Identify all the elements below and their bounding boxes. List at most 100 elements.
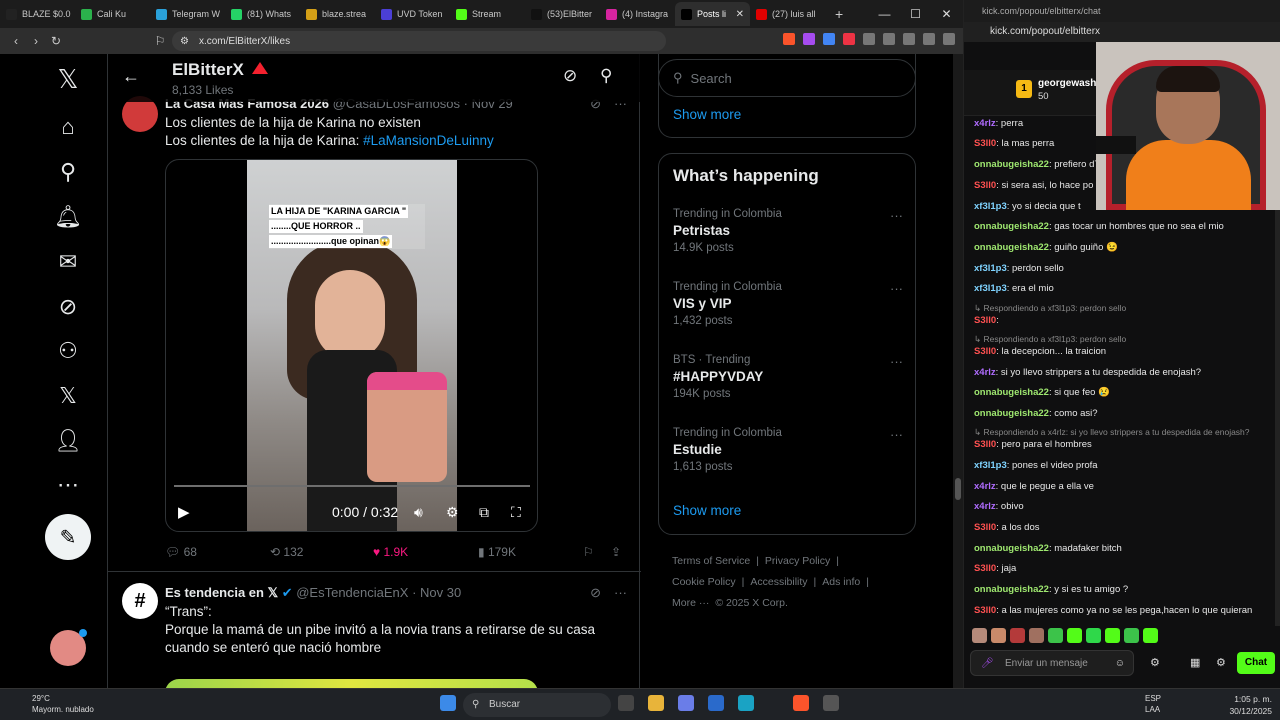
home-icon[interactable]: ⌂ [53,112,83,142]
premium-icon[interactable]: 𝕏 [53,381,83,411]
back-icon[interactable]: ‹ [6,34,26,48]
chat-username[interactable]: onnabugeisha22 [974,387,1049,398]
chat-username[interactable]: onnabugeisha22 [974,408,1049,419]
tweet-date[interactable]: · Nov 30 [412,585,461,600]
chat-username[interactable]: x4rlz [974,481,996,492]
tweet-avatar[interactable]: # [122,583,158,619]
video-player[interactable]: LA HIJA DE "KARINA GARCIA " ........QUE … [165,159,538,532]
browser-tab[interactable]: (81) Whats [225,2,300,26]
extension-icon[interactable] [843,33,855,45]
trend-item[interactable]: BTS · Trending #HAPPYVDAY 194K posts ··· [673,354,903,400]
grok-icon[interactable]: ⊘ [590,585,601,601]
messages-icon[interactable]: ✉ [53,247,83,277]
language-indicator[interactable]: ESP LAA [1145,693,1161,715]
chat-username[interactable]: onnabugeisha22 [974,242,1049,253]
video-progress-bar[interactable] [174,485,530,487]
brave-icon[interactable] [793,695,809,711]
weather-widget[interactable]: 29°C Mayorm. nublado [8,693,94,715]
footer-link[interactable]: Ads info [822,576,860,588]
browser-tab[interactable]: Posts li ✕ [675,2,750,26]
account-avatar[interactable] [50,629,87,666]
post-button[interactable]: ✎ [45,514,91,560]
chat-settings-icon[interactable]: ⚙ [1150,656,1160,669]
show-more-link[interactable]: Show more [673,503,741,518]
emote-icon[interactable] [1029,628,1044,643]
chat-send-button[interactable]: Chat [1237,652,1275,674]
footer-link[interactable]: Privacy Policy [765,555,830,567]
chat-username[interactable]: S3ll0 [974,138,996,149]
browser-tab[interactable]: Stream [450,2,525,26]
communities-icon[interactable]: ⚇ [53,336,83,366]
chat-username[interactable]: S3ll0 [974,605,996,616]
chat-reply-context[interactable]: ↳ Respondiendo a xf3l1p3: perdon sello [974,303,1126,314]
browser-tab[interactable]: (27) luis all [750,2,825,26]
chat-username[interactable]: S3ll0 [974,346,996,357]
chat-username[interactable]: S3ll0 [974,439,996,450]
emote-icon[interactable] [1143,628,1158,643]
chat-reply-context[interactable]: ↳ Respondiendo a x4rlz: si yo llevo stri… [974,427,1250,438]
hashtag-link[interactable]: #LaMansionDeLuinny [363,133,494,148]
browser-tab[interactable]: (53)ElBitter [525,2,600,26]
search-header-icon[interactable]: ⚲ [600,66,612,86]
browser-tab[interactable]: Cali Ku [75,2,150,26]
more-options-icon[interactable]: ··· [614,585,627,600]
notifications-icon[interactable]: 🔔︎ [53,202,83,232]
browser-tab[interactable]: UVD Token [375,2,450,26]
tab-close-icon[interactable]: ✕ [736,9,744,20]
trend-item[interactable]: Trending in Colombia Estudie 1,613 posts ··… [673,427,903,473]
reload-icon[interactable]: ↻ [46,34,66,48]
like-button[interactable]: ♥ 1.9K [373,545,408,559]
chat-username[interactable]: xf3l1p3 [974,283,1007,294]
mic-icon[interactable]: 🎤︎ [981,651,994,677]
sidebar-icon[interactable] [903,33,915,45]
chat-username[interactable]: S3ll0 [974,522,996,533]
page-scrollbar[interactable] [953,54,963,688]
chat-username[interactable]: onnabugeisha22 [974,584,1049,595]
rewards-icon[interactable] [803,33,815,45]
store-icon[interactable] [708,695,724,711]
site-info-icon[interactable]: ⚙ [180,36,189,47]
trend-more-icon[interactable]: ··· [890,281,903,296]
url-field[interactable]: ⚙ x.com/ElBitterX/likes [172,31,666,51]
tweet[interactable]: La Casa Mas Famosa 2026 @CasaDLosFamosos… [108,96,641,571]
trend-item[interactable]: Trending in Colombia Petristas 14.9K posts… [673,208,903,254]
chat-username[interactable]: onnabugeisha22 [974,159,1049,170]
browser-tab[interactable]: BLAZE $0.0 [0,2,75,26]
emote-icon[interactable] [1086,628,1101,643]
trend-item[interactable]: Trending in Colombia VIS y VIP 1,432 posts… [673,281,903,327]
tweet-author[interactable]: Es tendencia en 𝕏 [165,585,278,600]
edge-icon[interactable] [738,695,754,711]
explore-icon[interactable]: ⚲ [53,157,83,187]
media-icon[interactable] [883,33,895,45]
emote-icon[interactable] [1105,628,1120,643]
scrollbar-thumb[interactable] [955,478,961,500]
more-icon[interactable]: ⋯ [53,470,83,500]
settings-icon[interactable]: ⚙ [446,504,459,521]
pinned-username[interactable]: georgewash [1038,78,1096,89]
chat-username[interactable]: x4rlz [974,501,996,512]
footer-link[interactable]: Cookie Policy [672,576,736,588]
volume-icon[interactable]: 🔊︎ [414,504,423,521]
tweet-media-preview[interactable] [165,679,538,688]
maximize-icon[interactable]: ☐ [900,0,931,28]
show-more-link[interactable]: Show more [673,107,741,122]
brave-shield-icon[interactable] [783,33,795,45]
grok-header-icon[interactable]: ⊘ [563,66,577,86]
chat-store-icon[interactable]: ▦ [1190,656,1200,669]
chat-reply-context[interactable]: ↳ Respondiendo a xf3l1p3: perdon sello [974,334,1126,345]
tweet-handle[interactable]: @EsTendenciaEnX [296,585,408,600]
chat-username[interactable]: xf3l1p3 [974,263,1007,274]
emote-icon[interactable] [1067,628,1082,643]
clock[interactable]: 1:05 p. m. 30/12/2025 [1229,693,1272,717]
emoji-icon[interactable]: ☺ [1115,651,1125,677]
pip-icon[interactable]: ⧉ [479,504,489,521]
browser-tab[interactable]: blaze.strea [300,2,375,26]
chat-input[interactable]: 🎤︎ Enviar un mensaje ☺ [970,650,1134,676]
wallet-icon[interactable] [923,33,935,45]
chat-username[interactable]: S3ll0 [974,180,996,191]
emote-icon[interactable] [972,628,987,643]
chat-username[interactable]: S3ll0 [974,315,996,326]
footer-link[interactable]: Accessibility [750,576,807,588]
repost-button[interactable]: ⟲ 132 [270,545,303,559]
emote-icon[interactable] [1048,628,1063,643]
